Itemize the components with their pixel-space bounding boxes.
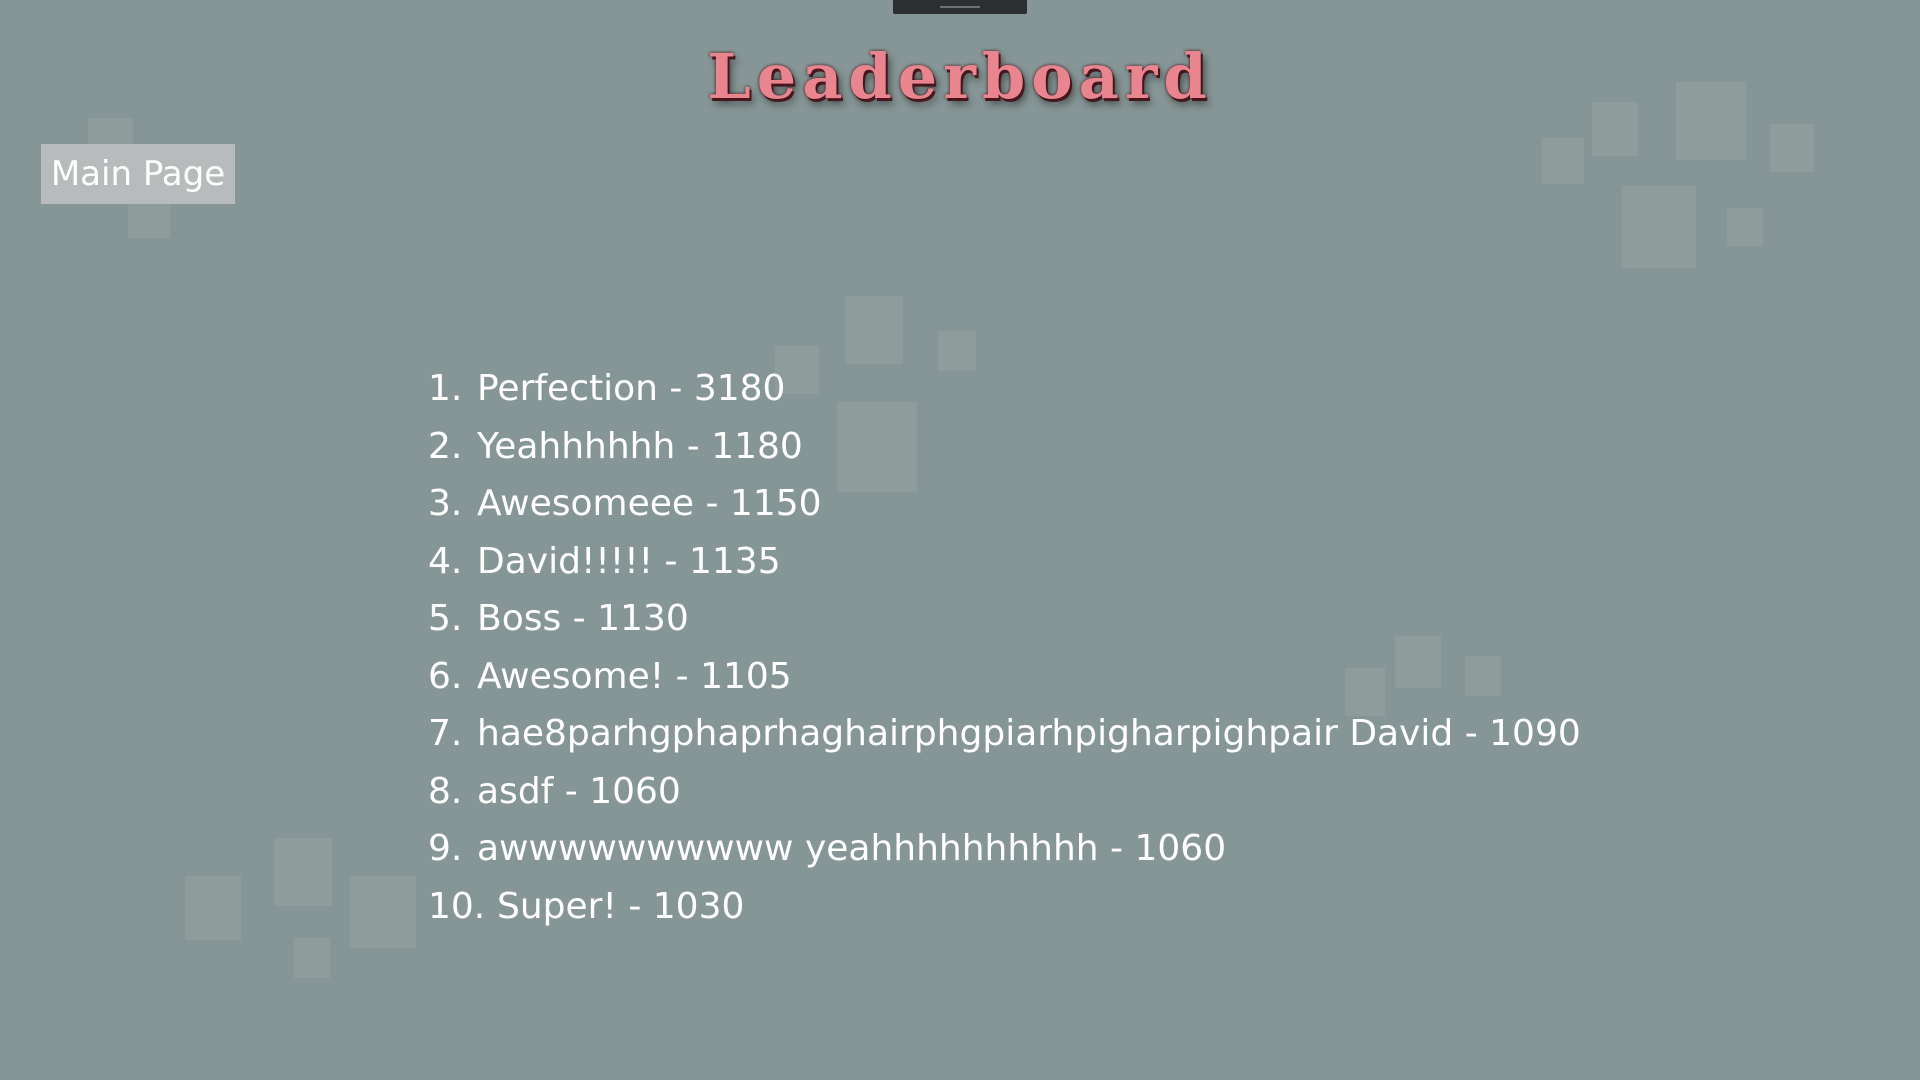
leaderboard-list: 1. Perfection - 3180 2. Yeahhhhhh - 1180 3… (428, 360, 1581, 935)
entry-text: asdf - 1060 (477, 770, 681, 812)
entry-text: Awesome! - 1105 (477, 655, 792, 697)
background-square (1770, 124, 1814, 172)
entry-rank: 4. (428, 540, 463, 582)
background-square (185, 876, 241, 940)
leaderboard-entry: 8. asdf - 1060 (428, 763, 1581, 821)
entry-rank: 9. (428, 828, 463, 869)
entry-text: Super! - 1030 (497, 885, 745, 927)
background-square (274, 838, 332, 906)
entry-rank: 10. (428, 885, 486, 927)
entry-text: Yeahhhhhh - 1180 (477, 425, 803, 467)
leaderboard-entry: 7. hae8parhgphaprhaghairphgpiarhpigharpig… (428, 705, 1581, 763)
leaderboard-entry: 5. Boss - 1130 (428, 590, 1581, 648)
entry-rank: 1. (428, 368, 463, 409)
entry-rank: 7. (428, 713, 463, 754)
drag-handle-grip (940, 6, 980, 8)
entry-rank: 6. (428, 655, 463, 697)
leaderboard-entry: 10. Super! - 1030 (428, 878, 1581, 936)
page-title: Leaderboard (707, 40, 1213, 113)
entry-rank: 8. (428, 770, 463, 812)
leaderboard-page: Leaderboard Main Page 1. Perfection - 318… (0, 0, 1920, 1080)
entry-text: Awesomeee - 1150 (477, 483, 822, 524)
background-square (1727, 208, 1763, 246)
leaderboard-entry: 3. Awesomeee - 1150 (428, 475, 1581, 533)
entry-text: David!!!!! - 1135 (477, 540, 781, 582)
background-square (1542, 138, 1584, 184)
window-drag-handle[interactable] (893, 0, 1027, 14)
entry-text: hae8parhgphaprhaghairphgpiarhpigharpighp… (477, 713, 1581, 754)
entry-rank: 2. (428, 425, 463, 467)
entry-text: awwwwwwwwww yeahhhhhhhhhh - 1060 (477, 828, 1227, 869)
leaderboard-entry: 6. Awesome! - 1105 (428, 648, 1581, 706)
entry-rank: 3. (428, 483, 463, 524)
entry-text: Perfection - 3180 (477, 368, 786, 409)
leaderboard-entry: 4. David!!!!! - 1135 (428, 533, 1581, 591)
leaderboard-entry: 2. Yeahhhhhh - 1180 (428, 418, 1581, 476)
entry-rank: 5. (428, 598, 463, 639)
leaderboard-entry: 1. Perfection - 3180 (428, 360, 1581, 418)
leaderboard-entry: 9. awwwwwwwwww yeahhhhhhhhhh - 1060 (428, 820, 1581, 878)
background-square (350, 876, 416, 948)
background-square (294, 938, 330, 978)
background-square (1622, 186, 1696, 268)
entry-text: Boss - 1130 (477, 598, 689, 639)
main-page-button[interactable]: Main Page (41, 144, 235, 204)
background-square (845, 296, 903, 364)
